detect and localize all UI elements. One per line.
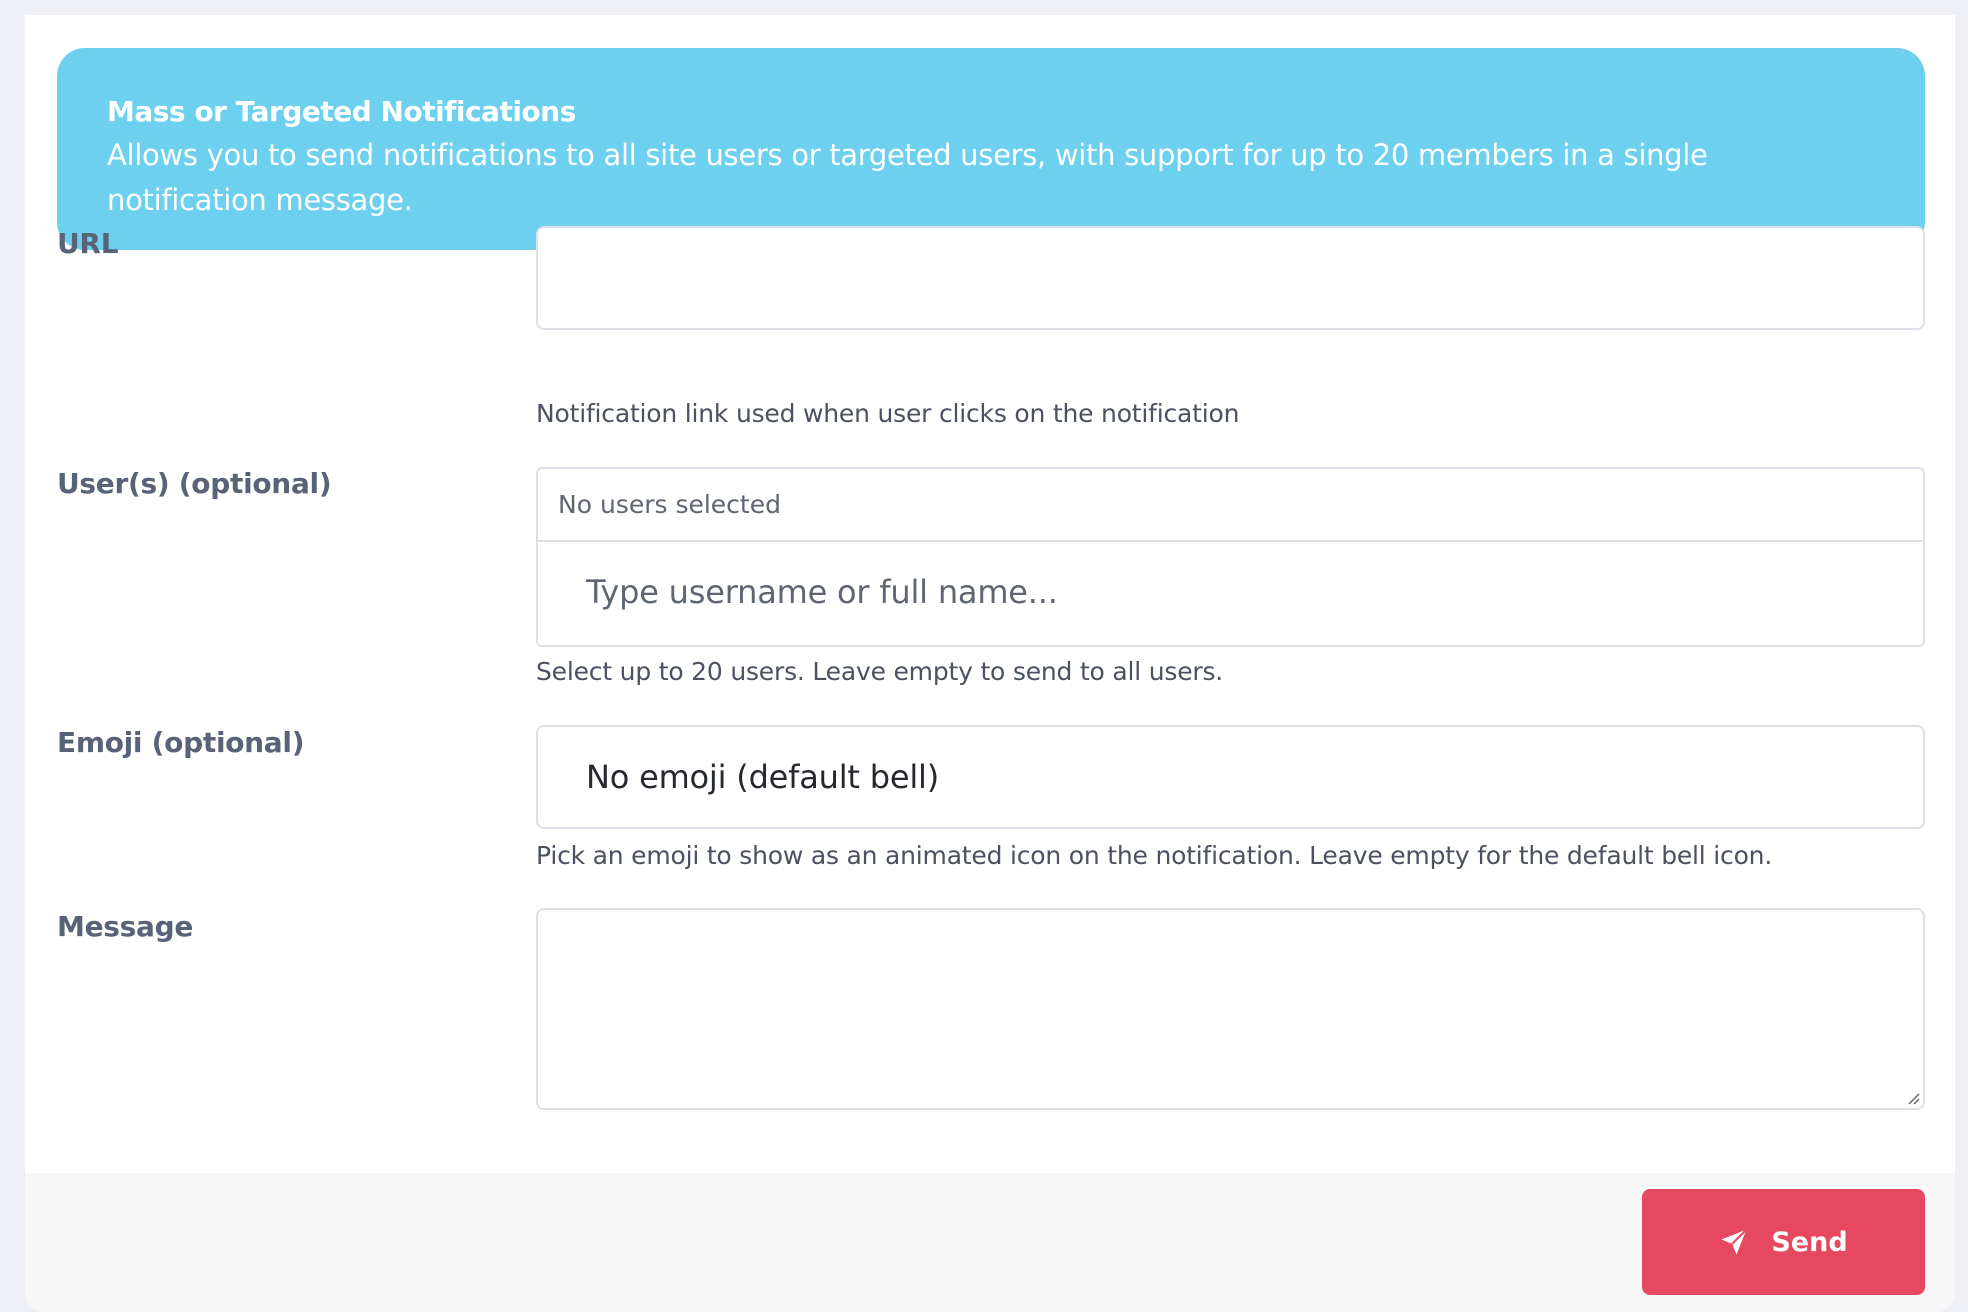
- resize-grip-icon[interactable]: [1906, 1091, 1920, 1105]
- send-button[interactable]: Send: [1642, 1189, 1925, 1295]
- info-banner: Mass or Targeted Notifications Allows yo…: [57, 48, 1925, 250]
- users-multiselect[interactable]: No users selected Type username or full …: [536, 467, 1925, 647]
- emoji-select[interactable]: No emoji (default bell): [536, 725, 1925, 829]
- url-help-text: Notification link used when user clicks …: [536, 399, 1240, 428]
- paper-plane-icon: [1721, 1228, 1748, 1255]
- url-label: URL: [57, 227, 119, 260]
- emoji-help-text: Pick an emoji to show as an animated ico…: [536, 841, 1773, 870]
- notification-form-card: Mass or Targeted Notifications Allows yo…: [25, 15, 1955, 1312]
- users-selected-text: No users selected: [538, 469, 1923, 542]
- banner-title: Mass or Targeted Notifications: [107, 95, 576, 128]
- url-input[interactable]: [536, 226, 1925, 330]
- users-label: User(s) (optional): [57, 467, 332, 500]
- form-footer: Send: [25, 1173, 1955, 1312]
- message-label: Message: [57, 910, 194, 943]
- users-help-text: Select up to 20 users. Leave empty to se…: [536, 657, 1224, 686]
- users-search-input[interactable]: Type username or full name...: [538, 542, 1923, 645]
- emoji-label: Emoji (optional): [57, 726, 305, 759]
- send-button-label: Send: [1771, 1226, 1848, 1258]
- message-textarea[interactable]: [536, 908, 1925, 1110]
- banner-description: Allows you to send notifications to all …: [107, 138, 1708, 217]
